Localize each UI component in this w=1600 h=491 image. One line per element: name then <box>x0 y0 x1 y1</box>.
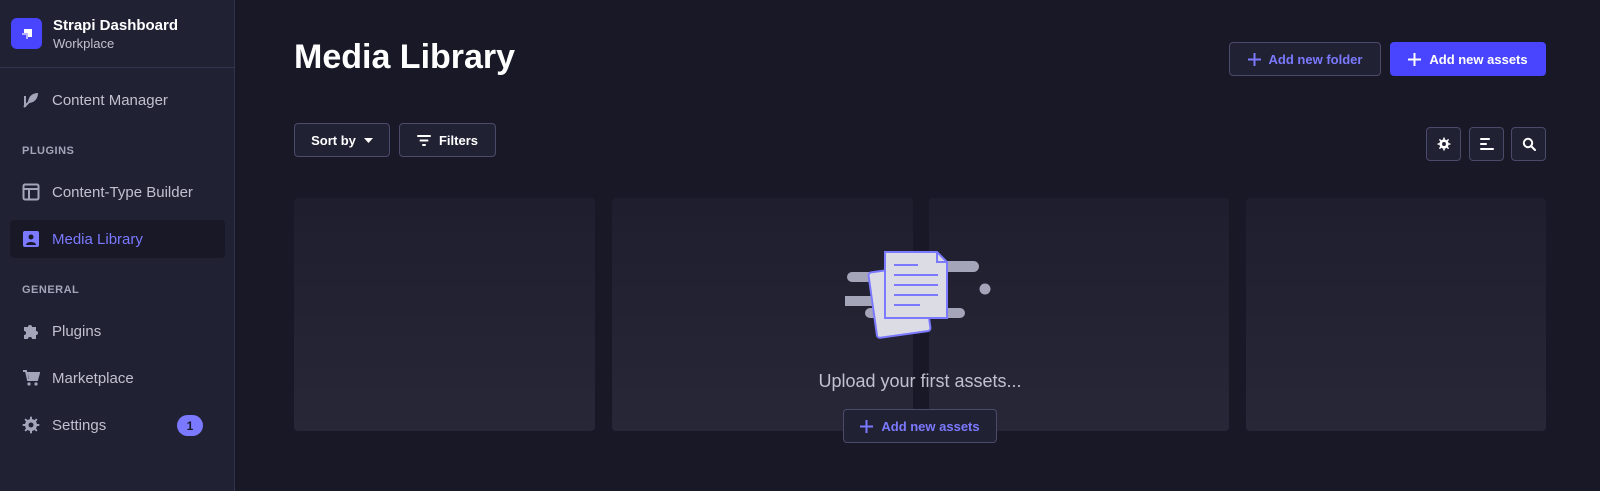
layout-icon <box>22 183 40 201</box>
plus-icon <box>860 419 874 433</box>
picture-icon <box>22 230 40 248</box>
empty-add-assets-button[interactable]: Add new assets <box>843 409 997 443</box>
add-folder-label: Add new folder <box>1268 51 1363 67</box>
sidebar-item-label: Media Library <box>52 230 143 248</box>
plus-icon <box>1408 52 1422 66</box>
sidebar-item-media-library[interactable]: Media Library <box>10 220 225 258</box>
sidebar-item-settings[interactable]: Settings 1 <box>10 406 225 444</box>
plus-icon <box>1247 52 1261 66</box>
gear-icon <box>22 416 40 434</box>
gear-icon <box>1436 137 1451 151</box>
placeholder-card <box>1246 198 1546 431</box>
sidebar-item-marketplace[interactable]: Marketplace <box>10 359 225 397</box>
filter-icon <box>416 134 431 146</box>
empty-add-assets-label: Add new assets <box>881 418 980 434</box>
sidebar-item-plugins[interactable]: Plugins <box>10 312 225 350</box>
sidebar: Strapi Dashboard Workplace Content Manag… <box>0 0 235 491</box>
add-assets-label: Add new assets <box>1429 51 1528 67</box>
list-view-button[interactable] <box>1469 127 1504 161</box>
strapi-logo-icon <box>11 18 42 49</box>
puzzle-icon <box>22 322 40 340</box>
documents-illustration-icon <box>835 250 995 345</box>
filters-button[interactable]: Filters <box>399 123 496 157</box>
sidebar-item-label: Plugins <box>52 322 102 340</box>
section-label-plugins: PLUGINS <box>22 145 75 157</box>
brand-subtitle: Workplace <box>53 35 115 51</box>
page-title: Media Library <box>294 38 516 76</box>
notification-badge: 1 <box>177 415 203 436</box>
sidebar-item-content-type-builder[interactable]: Content-Type Builder <box>10 173 225 211</box>
chevron-down-icon <box>363 137 373 143</box>
brand-title: Strapi Dashboard <box>53 16 179 34</box>
section-label-general: GENERAL <box>22 284 80 296</box>
sidebar-item-label: Settings <box>52 416 107 434</box>
sidebar-item-content-manager[interactable]: Content Manager <box>10 81 225 119</box>
sidebar-item-label: Content Manager <box>52 91 168 109</box>
cart-icon <box>22 369 40 387</box>
placeholder-card <box>294 198 595 431</box>
search-button[interactable] <box>1511 127 1546 161</box>
add-assets-button[interactable]: Add new assets <box>1390 42 1546 76</box>
sort-by-button[interactable]: Sort by <box>294 123 390 157</box>
sidebar-item-label: Marketplace <box>52 369 134 387</box>
brand[interactable]: Strapi Dashboard Workplace <box>0 0 234 68</box>
add-folder-button[interactable]: Add new folder <box>1229 42 1381 76</box>
empty-state-message: Upload your first assets... <box>818 371 1022 391</box>
feather-icon <box>22 91 40 109</box>
list-view-icon <box>1479 138 1494 150</box>
sort-by-label: Sort by <box>311 132 356 148</box>
search-icon <box>1522 137 1536 151</box>
filters-label: Filters <box>438 132 478 148</box>
settings-button[interactable] <box>1426 127 1461 161</box>
sidebar-item-label: Content-Type Builder <box>52 183 193 201</box>
